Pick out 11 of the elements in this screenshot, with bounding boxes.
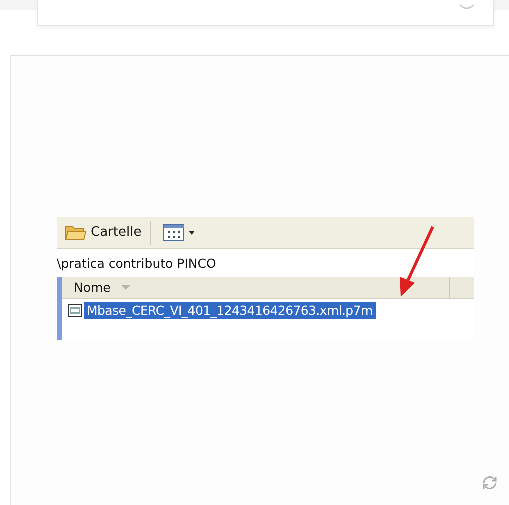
folder-icon [65, 224, 87, 242]
file-name[interactable]: Mbase_CERC_VI_401_1243416426763.xml.p7m [84, 302, 376, 318]
file-icon [68, 304, 82, 316]
caret-icon [188, 230, 195, 234]
views-button[interactable] [160, 222, 197, 244]
sort-icon [120, 284, 131, 290]
refresh-icon[interactable] [481, 475, 499, 491]
views-icon [162, 224, 185, 242]
address-text: \pratica contributo PINCO [57, 256, 218, 273]
chevron-icon[interactable] [459, 4, 475, 12]
folders-button[interactable]: Cartelle [63, 222, 144, 244]
